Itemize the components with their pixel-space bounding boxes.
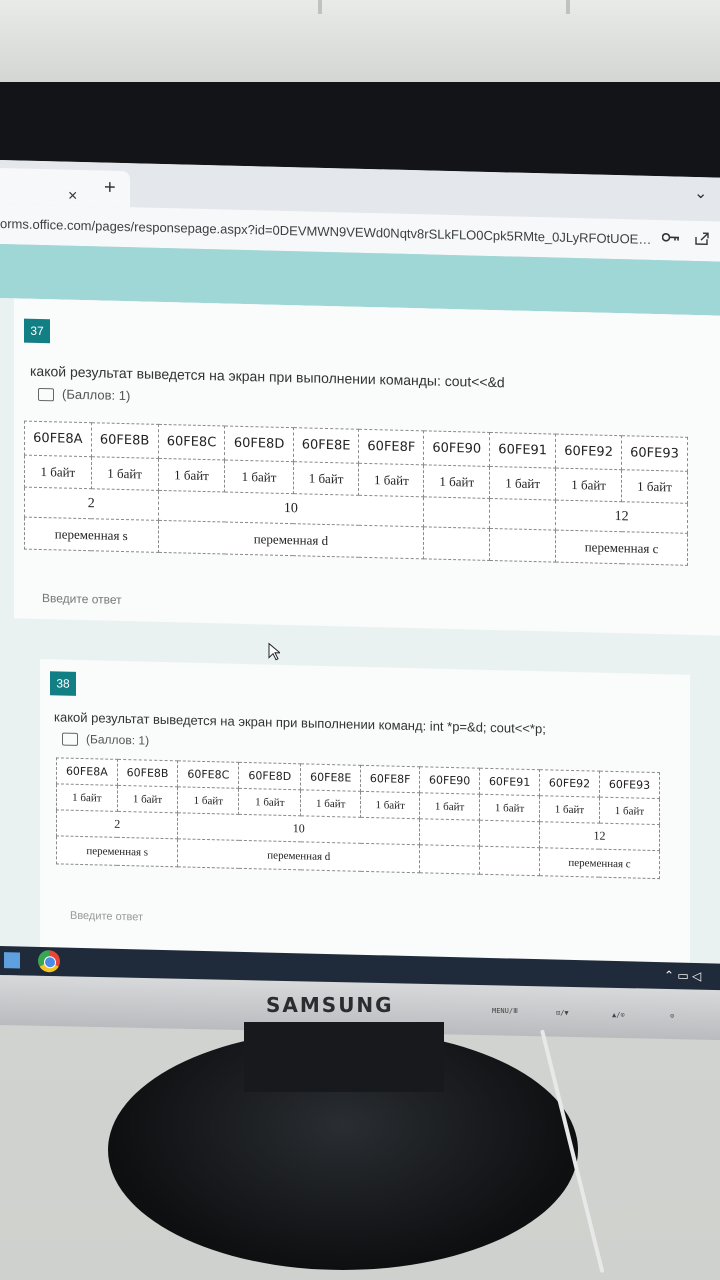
byte-cell: 1 байт (419, 792, 480, 821)
address-cell: 60FE8B (91, 422, 158, 459)
byte-cell: 1 байт (300, 789, 361, 818)
value-c: 12 (555, 500, 688, 534)
address-cell: 60FE8A (56, 757, 118, 786)
address-cell: 60FE8A (24, 421, 92, 457)
monitor-brand-logo: SAMSUNG (266, 993, 394, 1017)
question-card: 38 какой результат выведется на экран пр… (40, 658, 690, 965)
question-points: (Баллов: 1) (62, 732, 149, 748)
byte-cell: 1 байт (238, 788, 301, 816)
question-card: 37 какой результат выведется на экран пр… (14, 298, 720, 636)
empty-cell (489, 528, 556, 563)
variable-s: переменная s (24, 517, 158, 553)
byte-cell: 1 байт (358, 463, 424, 497)
new-tab-button[interactable]: + (104, 177, 116, 200)
empty-cell (479, 820, 540, 848)
address-cell: 60FE91 (489, 432, 556, 469)
tab-close-icon[interactable]: × (68, 188, 77, 206)
start-button-icon[interactable] (4, 952, 20, 969)
byte-cell: 1 байт (539, 795, 600, 824)
byte-cell: 1 байт (423, 464, 490, 499)
wall-background (0, 0, 720, 90)
byte-cell: 1 байт (158, 458, 225, 492)
variable-s: переменная s (56, 835, 178, 867)
mouse-cursor-icon (268, 642, 282, 666)
byte-cell: 1 байт (599, 797, 660, 825)
address-cell: 60FE92 (555, 434, 622, 470)
byte-cell: 1 байт (489, 466, 556, 501)
address-cell: 60FE90 (419, 766, 480, 795)
address-cell: 60FE92 (539, 769, 600, 798)
variable-d: переменная d (177, 838, 420, 873)
address-cell: 60FE8D (238, 762, 301, 790)
address-cell: 60FE93 (621, 435, 688, 472)
byte-cell: 1 байт (91, 456, 158, 491)
empty-cell (419, 818, 480, 847)
empty-cell (419, 844, 480, 875)
url-text[interactable]: orms.office.com/pages/responsepage.aspx?… (0, 216, 651, 247)
byte-cell: 1 байт (177, 786, 239, 815)
monitor-adjust-button[interactable]: ▲/⊙ (612, 1011, 625, 1019)
address-cell: 60FE8F (360, 765, 420, 793)
answer-input[interactable]: Введите ответ (42, 591, 122, 607)
address-cell: 60FE8B (117, 759, 178, 787)
empty-cell (479, 846, 540, 876)
address-cell: 60FE8C (177, 760, 239, 789)
empty-cell (423, 526, 490, 561)
variable-c: переменная с (539, 847, 660, 879)
byte-cell: 1 байт (24, 455, 92, 489)
byte-cell: 1 байт (621, 469, 688, 504)
share-icon[interactable] (694, 230, 710, 249)
tab-list-chevron-icon[interactable]: ⌄ (694, 183, 707, 203)
value-c: 12 (539, 821, 660, 851)
value-s: 2 (56, 809, 178, 839)
address-cell: 60FE90 (423, 430, 490, 467)
byte-cell: 1 байт (293, 461, 359, 496)
points-label: (Баллов: 1) (86, 732, 150, 748)
memory-table: 60FE8A 60FE8B 60FE8C 60FE8D 60FE8E 60FE8… (56, 757, 660, 880)
question-number: 37 (24, 318, 50, 344)
wall-seam (318, 0, 322, 14)
system-tray-icons[interactable]: ⌃ ▭ ◁ (664, 968, 701, 983)
address-cell: 60FE8F (358, 429, 424, 465)
wall-seam (566, 0, 570, 14)
monitor-source-button[interactable]: ⊡/▼ (556, 1009, 569, 1017)
variable-d: переменная d (158, 520, 424, 559)
chrome-icon[interactable] (38, 949, 60, 973)
byte-cell: 1 байт (117, 785, 178, 813)
form-page: 37 какой результат выведется на экран пр… (0, 298, 720, 993)
address-cell: 60FE8E (300, 763, 361, 792)
byte-cell: 1 байт (56, 783, 118, 812)
memory-table: 60FE8A 60FE8B 60FE8C 60FE8D 60FE8E 60FE8… (24, 420, 688, 566)
key-icon[interactable] (661, 230, 680, 246)
immersive-reader-icon[interactable] (38, 387, 54, 402)
answer-input[interactable]: Введите ответ (70, 910, 143, 924)
empty-cell (489, 498, 556, 531)
address-cell: 60FE8C (158, 424, 225, 460)
address-cell: 60FE93 (599, 771, 660, 799)
question-points: (Баллов: 1) (38, 386, 130, 403)
variable-c: переменная с (555, 530, 688, 566)
address-cell: 60FE91 (479, 768, 540, 796)
points-label: (Баллов: 1) (62, 386, 131, 404)
monitor-power-button[interactable]: ⊙ (670, 1012, 674, 1020)
monitor-menu-button[interactable]: MENU/Ⅲ (492, 1007, 518, 1015)
monitor-screen: × + ⌄ orms.office.com/pages/responsepage… (0, 160, 720, 993)
byte-cell: 1 байт (360, 791, 420, 819)
address-cell: 60FE8E (293, 427, 359, 464)
byte-cell: 1 байт (224, 459, 294, 494)
empty-cell (423, 496, 490, 529)
value-s: 2 (24, 487, 158, 521)
monitor-stand-neck (244, 1022, 444, 1092)
byte-cell: 1 байт (555, 468, 622, 502)
byte-cell: 1 байт (479, 794, 540, 822)
question-text: какой результат выведется на экран при в… (30, 362, 505, 391)
immersive-reader-icon[interactable] (62, 732, 78, 747)
question-number: 38 (50, 671, 76, 696)
address-cell: 60FE8D (224, 425, 294, 462)
